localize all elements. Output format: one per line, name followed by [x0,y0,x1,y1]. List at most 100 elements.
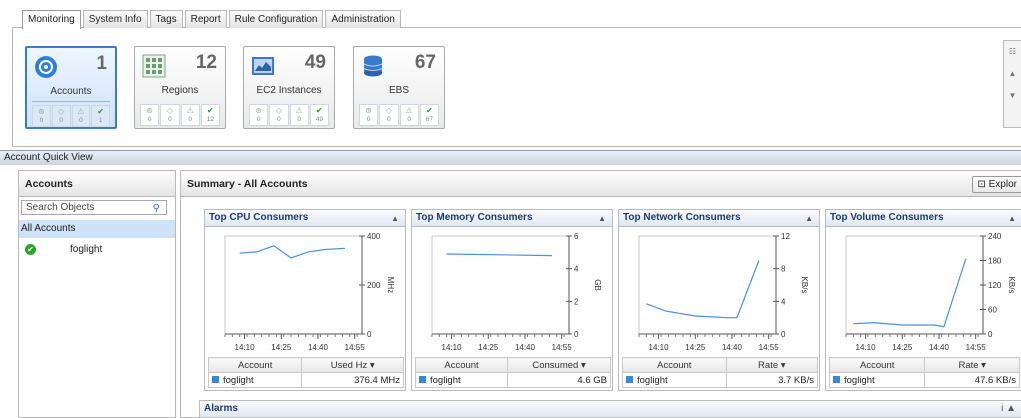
tab-administration[interactable]: Administration [325,10,401,28]
explore-button[interactable]: ⊡ Explor [972,176,1021,193]
warning-status[interactable]: ◇ 0 [160,104,180,126]
accounts-panel: Accounts Search Objects ⚲ All Accounts ✔… [18,170,176,418]
critical-status[interactable]: ⚠ 0 [289,104,309,126]
tile-count: 1 [96,53,107,74]
col-account-header[interactable]: Account [414,357,509,373]
tab-system-info[interactable]: System Info [82,10,148,28]
search-input[interactable]: Search Objects ⚲ [21,200,167,215]
collapse-caret-icon[interactable]: ▲ [391,211,399,227]
y-unit-label: MHz [386,277,395,293]
y-tick-label: 0 [988,330,993,339]
unknown-status[interactable]: ⊛ 0 [140,104,160,126]
col-value-header[interactable]: Used Hz ▾ [301,357,404,373]
tile-scroll-controls[interactable]: ☷ ▲ ▼ [1003,40,1021,128]
y-tick-label: 8 [781,265,786,274]
table-row[interactable]: foglight 376.4 MHz [207,372,404,388]
warning-status[interactable]: ◇ 0 [269,104,289,126]
alarms-bar[interactable]: Alarms i ▲ [199,400,1021,418]
tab-monitoring[interactable]: Monitoring [22,10,81,29]
col-account-header[interactable]: Account [207,357,303,373]
alarms-info-icon: i ▲ [1001,403,1016,414]
unknown-icon: ⊛ [38,107,45,116]
quick-view-title-bar: Account Quick View [0,150,1021,165]
value-cell: 4.6 GB [507,372,611,388]
all-accounts-item[interactable]: All Accounts [19,220,175,238]
warning-status[interactable]: ◇ 0 [379,104,399,126]
tab-rule-configuration[interactable]: Rule Configuration [228,10,324,28]
col-account-header[interactable]: Account [828,357,926,373]
tile-label: EBS [388,85,409,96]
warning-status[interactable]: ◇ 0 [51,105,71,127]
col-value-header[interactable]: Rate ▾ [924,357,1020,373]
collapse-caret-icon[interactable]: ▲ [1008,211,1016,227]
x-tick-label: 14:10 [235,343,256,352]
unknown-status[interactable]: ⊛ 0 [32,105,51,127]
critical-status[interactable]: ⚠ 0 [399,104,419,126]
series-color-swatch [212,375,219,383]
normal-status[interactable]: ✔ 49 [309,104,329,126]
regions-grid-icon [142,54,166,78]
check-ok-icon: ✔ [25,243,36,255]
normal-status[interactable]: ✔ 12 [200,104,220,126]
series-color-swatch [833,375,840,383]
x-tick-label: 14:10 [649,343,670,352]
tile-label: Accounts [50,86,92,97]
warning-icon: ◇ [58,107,65,116]
critical-status[interactable]: ⚠ 0 [180,104,200,126]
tile-ebs[interactable]: 67 EBS ⊛ 0 ◇ 0 ⚠ 0 ✔ 67 [353,46,445,129]
tab-tags[interactable]: Tags [149,10,183,28]
col-value-header[interactable]: Consumed ▾ [507,357,611,373]
plot-area [224,235,363,335]
x-tick-label: 14:40 [722,343,743,352]
normal-icon: ✔ [207,106,214,115]
y-tick-label: 4 [781,297,786,306]
col-account-header[interactable]: Account [622,357,727,373]
card-title: Top CPU Consumers ▲ [205,210,405,227]
unknown-icon: ⊛ [146,106,153,115]
tab-report[interactable]: Report [184,10,227,28]
unknown-status[interactable]: ⊛ 0 [249,104,269,126]
consumer-table: Account Rate ▾ foglight 47.6 KB/s [828,357,1020,388]
search-icon[interactable]: ⚲ [153,202,160,215]
chart: 12 8 4 0 KB/s 14:10 14:25 14:40 14:55 [638,232,809,352]
y-tick-label: 12 [781,232,790,241]
account-list-item[interactable]: ✔ foglight [25,242,102,256]
account-name: foglight [70,243,103,255]
col-value-header[interactable]: Rate ▾ [725,357,819,373]
normal-status[interactable]: ✔ 1 [91,105,110,127]
summary-panel: Summary - All Accounts ⊡ Explor Top CPU … [180,170,1021,418]
normal-status[interactable]: ✔ 67 [419,104,439,126]
x-tick-label: 14:40 [929,343,950,352]
value-cell: 47.6 KB/s [924,372,1020,388]
warning-icon: ◇ [275,106,282,115]
y-unit-label: GB [593,279,602,291]
x-tick-label: 14:25 [892,343,913,352]
critical-status[interactable]: ⚠ 0 [71,105,91,127]
collapse-caret-icon[interactable]: ▲ [598,211,606,227]
alarms-title: Alarms [204,403,238,414]
tile-regions[interactable]: 12 Regions ⊛ 0 ◇ 0 ⚠ 0 ✔ 12 [134,46,226,129]
plot-area [431,235,570,335]
account-cell: foglight [223,374,254,386]
y-unit-label: KB/s [1007,277,1016,294]
y-tick-label: 2 [574,297,579,306]
critical-icon: ⚠ [186,106,194,115]
warning-icon: ◇ [385,106,392,115]
tile-accounts[interactable]: 1 Accounts ⊛ 0 ◇ 0 ⚠ 0 ✔ 1 [25,46,117,129]
tile-status-counts: ⊛ 0 ◇ 0 ⚠ 0 ✔ 49 [249,104,329,126]
y-tick-label: 240 [988,232,1002,241]
table-row[interactable]: foglight 47.6 KB/s [828,372,1020,388]
table-row[interactable]: foglight 3.7 KB/s [622,372,819,388]
tile-label: Regions [161,85,199,96]
network-consumers-card: Top Network Consumers ▲ 12 8 4 0 KB/s 14:10 14:2… [618,209,820,391]
unknown-icon: ⊛ [255,106,262,115]
unknown-status[interactable]: ⊛ 0 [359,104,379,126]
table-row[interactable]: foglight 4.6 GB [414,372,611,388]
x-tick-label: 14:10 [856,343,877,352]
x-tick-label: 14:55 [552,343,573,352]
collapse-caret-icon[interactable]: ▲ [805,211,813,227]
value-cell: 3.7 KB/s [725,372,819,388]
x-tick-label: 14:55 [759,343,780,352]
tile-ec2-instances[interactable]: 49 EC2 Instances ⊛ 0 ◇ 0 ⚠ 0 ✔ 49 [243,46,335,129]
series-color-swatch [419,375,426,383]
